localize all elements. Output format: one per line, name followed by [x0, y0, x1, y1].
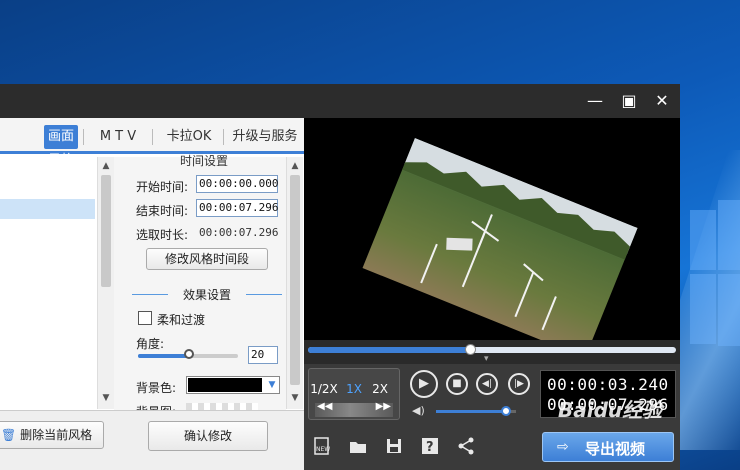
scroll-down-icon[interactable]: ▼ [98, 391, 114, 405]
duration-label: 选取时长: [136, 228, 189, 242]
svg-text:?: ? [426, 440, 434, 455]
time-settings-header: 时间设置 [179, 154, 228, 168]
current-time: 00:00:03.240 [547, 375, 669, 394]
title-bar: — ▣ ✕ [0, 84, 680, 118]
delete-style-button[interactable]: 🗑 删除当前风格 [0, 421, 104, 449]
duration-value: 00:00:07.296 [199, 226, 279, 239]
progress-bar[interactable]: ▾ [304, 340, 680, 364]
share-icon[interactable] [456, 436, 476, 456]
app-window: — ▣ ✕ 画面风格 M T V 卡拉OK 升级与服务 ▲ ▼ 时间设置 开始时… [0, 84, 680, 470]
svg-text:NEW: NEW [316, 446, 330, 453]
end-time-input[interactable]: 00:00:07.296 [196, 199, 278, 217]
angle-input[interactable]: 20 [248, 346, 278, 364]
open-folder-icon[interactable] [348, 436, 368, 456]
speed-panel: 1/2X 1X 2X ◀◀ ▶▶ [308, 368, 400, 420]
delete-style-label: 删除当前风格 [20, 428, 93, 442]
save-icon[interactable] [384, 436, 404, 456]
bg-color-swatch [188, 378, 262, 392]
angle-slider-fill [138, 354, 190, 358]
chevron-down-icon: ▾ [484, 354, 489, 364]
soft-transition-label: 柔和过渡 [157, 313, 206, 327]
angle-label: 角度: [136, 337, 165, 351]
scroll-thumb[interactable] [101, 175, 111, 287]
angle-slider-knob[interactable] [184, 349, 194, 359]
bg-color-label: 背景色: [136, 381, 177, 395]
player-toolbar: NEW ? ⇨ 导出视频 [304, 424, 680, 470]
start-time-label: 开始时间: [136, 180, 189, 194]
start-time-input[interactable]: 00:00:00.000 [196, 175, 278, 193]
volume-fill [436, 410, 507, 413]
export-video-label: 导出视频 [585, 440, 646, 458]
progress-knob[interactable] [464, 344, 476, 355]
speed-slider[interactable]: ◀◀ ▶▶ [315, 401, 393, 417]
scroll-up-icon[interactable]: ▲ [287, 159, 303, 173]
soft-transition-checkbox[interactable] [138, 311, 152, 325]
rewind-icon[interactable]: ◀◀ [317, 401, 332, 412]
bg-color-select[interactable]: ▼ [186, 376, 280, 394]
prev-frame-icon[interactable]: ◀| [476, 373, 498, 395]
volume-knob[interactable] [501, 406, 512, 416]
tab-divider [83, 129, 84, 145]
speed-2x-button[interactable]: 2X [369, 379, 391, 399]
modify-time-range-button[interactable]: 修改风格时间段 [146, 248, 268, 270]
tab-upgrade-service[interactable]: 升级与服务 [228, 125, 302, 149]
video-preview[interactable] [304, 118, 680, 340]
end-time-label: 结束时间: [136, 204, 189, 218]
style-settings-panel: 时间设置 开始时间: 00:00:00.000 结束时间: 00:00:07.2… [114, 154, 286, 419]
export-icon: ⇨ [557, 439, 569, 455]
play-icon[interactable]: ▶ [410, 370, 438, 398]
effect-settings-header: 效果设置 [132, 286, 282, 303]
scroll-up-icon[interactable]: ▲ [98, 159, 114, 173]
confirm-modify-button[interactable]: 确认修改 [148, 421, 268, 451]
tab-style[interactable]: 画面风格 [44, 125, 78, 168]
angle-slider[interactable] [138, 349, 238, 359]
close-icon[interactable]: ✕ [651, 91, 673, 111]
tab-bar: 画面风格 M T V 卡拉OK 升级与服务 [0, 118, 304, 168]
progress-fill [308, 347, 470, 353]
fast-forward-icon[interactable]: ▶▶ [376, 401, 391, 412]
minimize-icon[interactable]: — [584, 91, 606, 111]
tab-mtv[interactable]: M T V [93, 125, 143, 149]
settings-scrollbar[interactable]: ▲ ▼ [286, 157, 303, 409]
tab-karaoke[interactable]: 卡拉OK [160, 125, 218, 149]
list-scrollbar[interactable]: ▲ ▼ [97, 157, 114, 409]
help-icon[interactable]: ? [420, 436, 440, 456]
stop-icon[interactable]: ■ [446, 373, 468, 395]
watermark: Baidu经验 [558, 398, 663, 422]
export-video-button[interactable]: ⇨ 导出视频 [542, 432, 674, 462]
delete-icon: 🗑 [1, 428, 17, 442]
scroll-down-icon[interactable]: ▼ [287, 391, 303, 405]
tab-divider [152, 129, 153, 145]
next-frame-icon[interactable]: |▶ [508, 373, 530, 395]
scroll-thumb[interactable] [290, 175, 300, 385]
maximize-icon[interactable]: ▣ [618, 91, 640, 111]
tab-divider [223, 129, 224, 145]
new-project-icon[interactable]: NEW [312, 436, 332, 456]
preview-frame [362, 138, 638, 340]
volume-slider[interactable] [436, 406, 516, 416]
speed-half-button[interactable]: 1/2X [309, 379, 339, 399]
list-item-selected[interactable] [0, 199, 95, 219]
volume-icon[interactable]: ◀) [412, 404, 425, 417]
progress-track [308, 344, 676, 355]
bottom-action-bar: 🗑 删除当前风格 确认修改 [0, 410, 304, 470]
speed-1x-button[interactable]: 1X [343, 379, 365, 399]
style-list: ▲ ▼ [0, 157, 114, 409]
chevron-down-icon: ▼ [268, 380, 276, 390]
